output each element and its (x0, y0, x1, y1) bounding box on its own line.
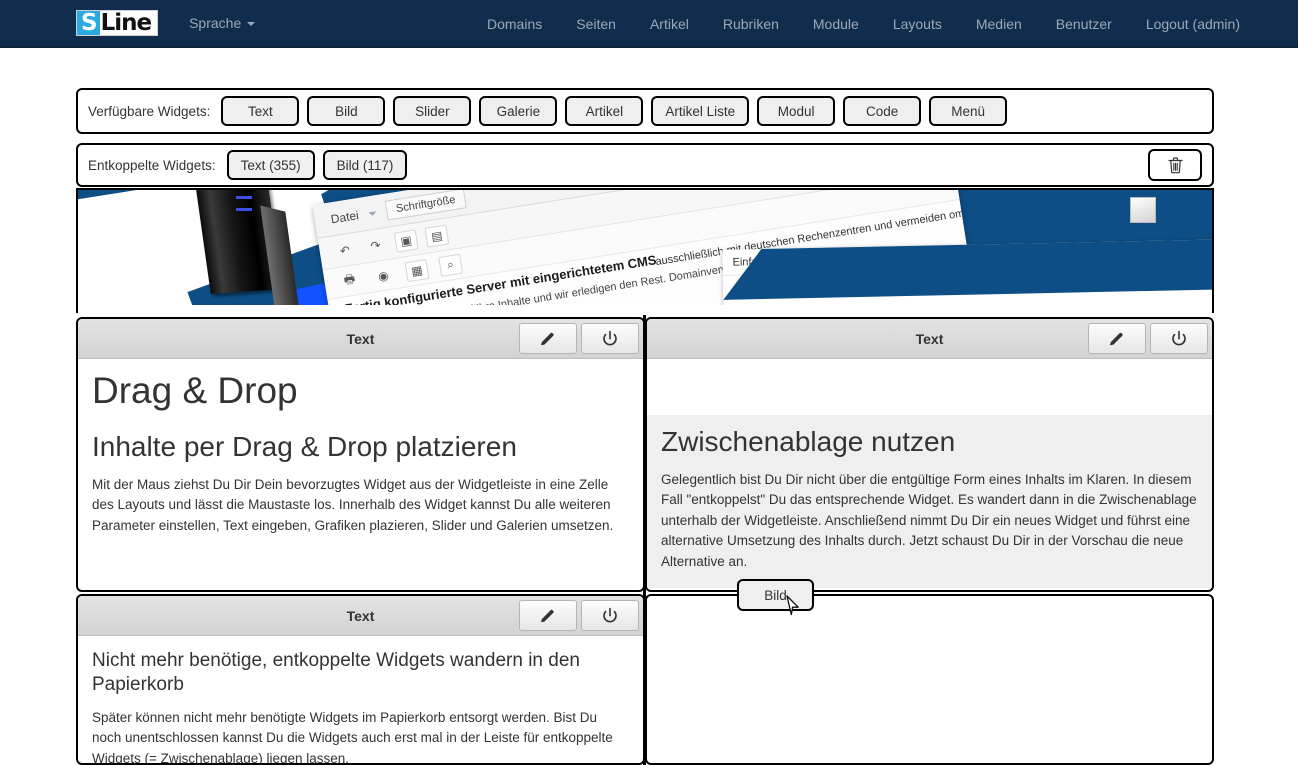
edit-widget-button[interactable] (519, 323, 577, 354)
widget-button-slider[interactable]: Slider (393, 96, 472, 126)
widget-heading-2: Zwischenablage nutzen (661, 426, 956, 457)
layout-grid: Text Drag & Drop Inhalte per Drag & Drop… (76, 315, 1214, 765)
print-icon: 🖶 (342, 271, 357, 288)
widget-paragraph: Mit der Maus ziehst Du Dir Dein bevorzug… (92, 476, 614, 533)
brand-logo-line: Line (100, 10, 153, 36)
available-widgets-panel: Verfügbare Widgets: Text Bild Slider Gal… (76, 88, 1214, 134)
layout-cell-bottom-right[interactable] (645, 594, 1214, 765)
banner-image: Datei Schriftgröße ↶ ↷ ▣ ▤ 🖶 ◉ ▦ ⌕ Ferti… (76, 188, 1214, 313)
edit-widget-button[interactable] (1088, 323, 1146, 354)
chevron-down-icon (368, 210, 377, 217)
editor-fontsize-box: Schriftgröße (384, 190, 467, 221)
widget-button-bild[interactable]: Bild (307, 96, 386, 126)
widget-title: Text (346, 607, 375, 624)
trash-button[interactable] (1148, 149, 1202, 181)
brand-logo[interactable]: S Line (76, 10, 159, 36)
layout-cell-bottom-left[interactable]: Text Nicht mehr benötige, entkoppelte Wi… (76, 594, 645, 765)
widget-button-menue[interactable]: Menü (929, 96, 1008, 126)
widget-header: Text (647, 319, 1212, 359)
widget-paragraph: Gelegentlich bist Du Dir nicht über die … (661, 471, 1197, 569)
widget-button-modul[interactable]: Modul (757, 96, 836, 126)
widget-button-code[interactable]: Code (843, 96, 922, 126)
layout-cell-top-left[interactable]: Text Drag & Drop Inhalte per Drag & Drop… (76, 317, 645, 592)
navbar-links: Domains Seiten Artikel Rubriken Module L… (470, 0, 1257, 48)
decoupled-widgets-panel: Entkoppelte Widgets: Text (355) Bild (11… (76, 143, 1214, 187)
widget-heading-1: Drag & Drop (92, 370, 298, 411)
widget-paragraph: Später können nicht mehr benötigte Widge… (92, 709, 613, 765)
edit-widget-button[interactable] (519, 600, 577, 631)
nav-link-domains[interactable]: Domains (470, 0, 559, 48)
layout-cell-top-right[interactable]: Text Zwischenablage nutzen Gelegentlich … (645, 317, 1214, 592)
undo-icon: ↶ (338, 242, 351, 258)
nav-link-logout[interactable]: Logout (admin) (1129, 0, 1257, 48)
widget-heading-3: Nicht mehr benötige, entkoppelte Widgets… (92, 650, 580, 695)
widget-title: Text (346, 330, 375, 347)
decoupled-widget-bild[interactable]: Bild (117) (322, 150, 408, 180)
banner-bottom-strip (78, 305, 1212, 313)
widget-header: Text (78, 596, 643, 636)
widget-button-galerie[interactable]: Galerie (479, 96, 558, 126)
top-navbar: S Line Sprache Domains Seiten Artikel Ru… (0, 0, 1298, 48)
editor-menu-datei: Datei (329, 207, 360, 226)
nav-link-seiten[interactable]: Seiten (559, 0, 633, 48)
pencil-icon (541, 609, 554, 622)
language-dropdown-label: Sprache (189, 15, 242, 31)
widget-button-artikel[interactable]: Artikel (565, 96, 644, 126)
image-icon: ▣ (393, 228, 419, 253)
banner-white-square (1130, 197, 1156, 223)
widget-header: Text (78, 319, 643, 359)
available-widgets-label: Verfügbare Widgets: (88, 103, 211, 119)
server-led-icon (236, 196, 252, 199)
redo-icon: ↷ (369, 237, 382, 254)
search-icon: ⌕ (438, 253, 463, 277)
widget-body: Zwischenablage nutzen Gelegentlich bist … (647, 415, 1212, 589)
power-icon (1172, 330, 1186, 345)
nav-link-rubriken[interactable]: Rubriken (706, 0, 796, 48)
chevron-down-icon (247, 22, 256, 26)
power-icon (603, 330, 617, 345)
widget-body: Nicht mehr benötige, entkoppelte Widgets… (78, 649, 643, 765)
toggle-widget-button[interactable] (1150, 323, 1208, 354)
banner-table: Einfach / Intuitiv drag-drop Einfach / I… (722, 235, 1212, 313)
decoupled-widgets-label: Entkoppelte Widgets: (88, 157, 216, 173)
language-dropdown[interactable]: Sprache (183, 11, 261, 35)
widget-title: Text (915, 330, 944, 347)
brand-logo-s: S (77, 11, 100, 35)
widget-button-text[interactable]: Text (221, 96, 300, 126)
nav-link-benutzer[interactable]: Benutzer (1039, 0, 1129, 48)
power-icon (603, 607, 617, 622)
widget-heading-2: Inhalte per Drag & Drop platzieren (92, 430, 517, 462)
media-icon: ▤ (424, 224, 450, 248)
widget-button-artikel-liste[interactable]: Artikel Liste (651, 96, 750, 126)
nav-link-layouts[interactable]: Layouts (876, 0, 959, 48)
pencil-icon (541, 332, 554, 345)
nav-link-artikel[interactable]: Artikel (633, 0, 706, 48)
nav-link-module[interactable]: Module (796, 0, 876, 48)
server-led-icon (236, 208, 252, 211)
empty-drop-zone[interactable] (647, 596, 1212, 763)
nav-link-medien[interactable]: Medien (959, 0, 1039, 48)
slideshow-icon: ▦ (404, 258, 430, 282)
toggle-widget-button[interactable] (581, 600, 639, 631)
decoupled-widget-text[interactable]: Text (355) (226, 150, 315, 180)
pencil-icon (1110, 332, 1123, 345)
preview-icon: ◉ (377, 267, 390, 284)
trash-icon (1167, 156, 1183, 173)
drag-ghost-bild[interactable]: Bild (737, 579, 814, 611)
widget-body: Drag & Drop Inhalte per Drag & Drop plat… (78, 370, 643, 546)
toggle-widget-button[interactable] (581, 323, 639, 354)
